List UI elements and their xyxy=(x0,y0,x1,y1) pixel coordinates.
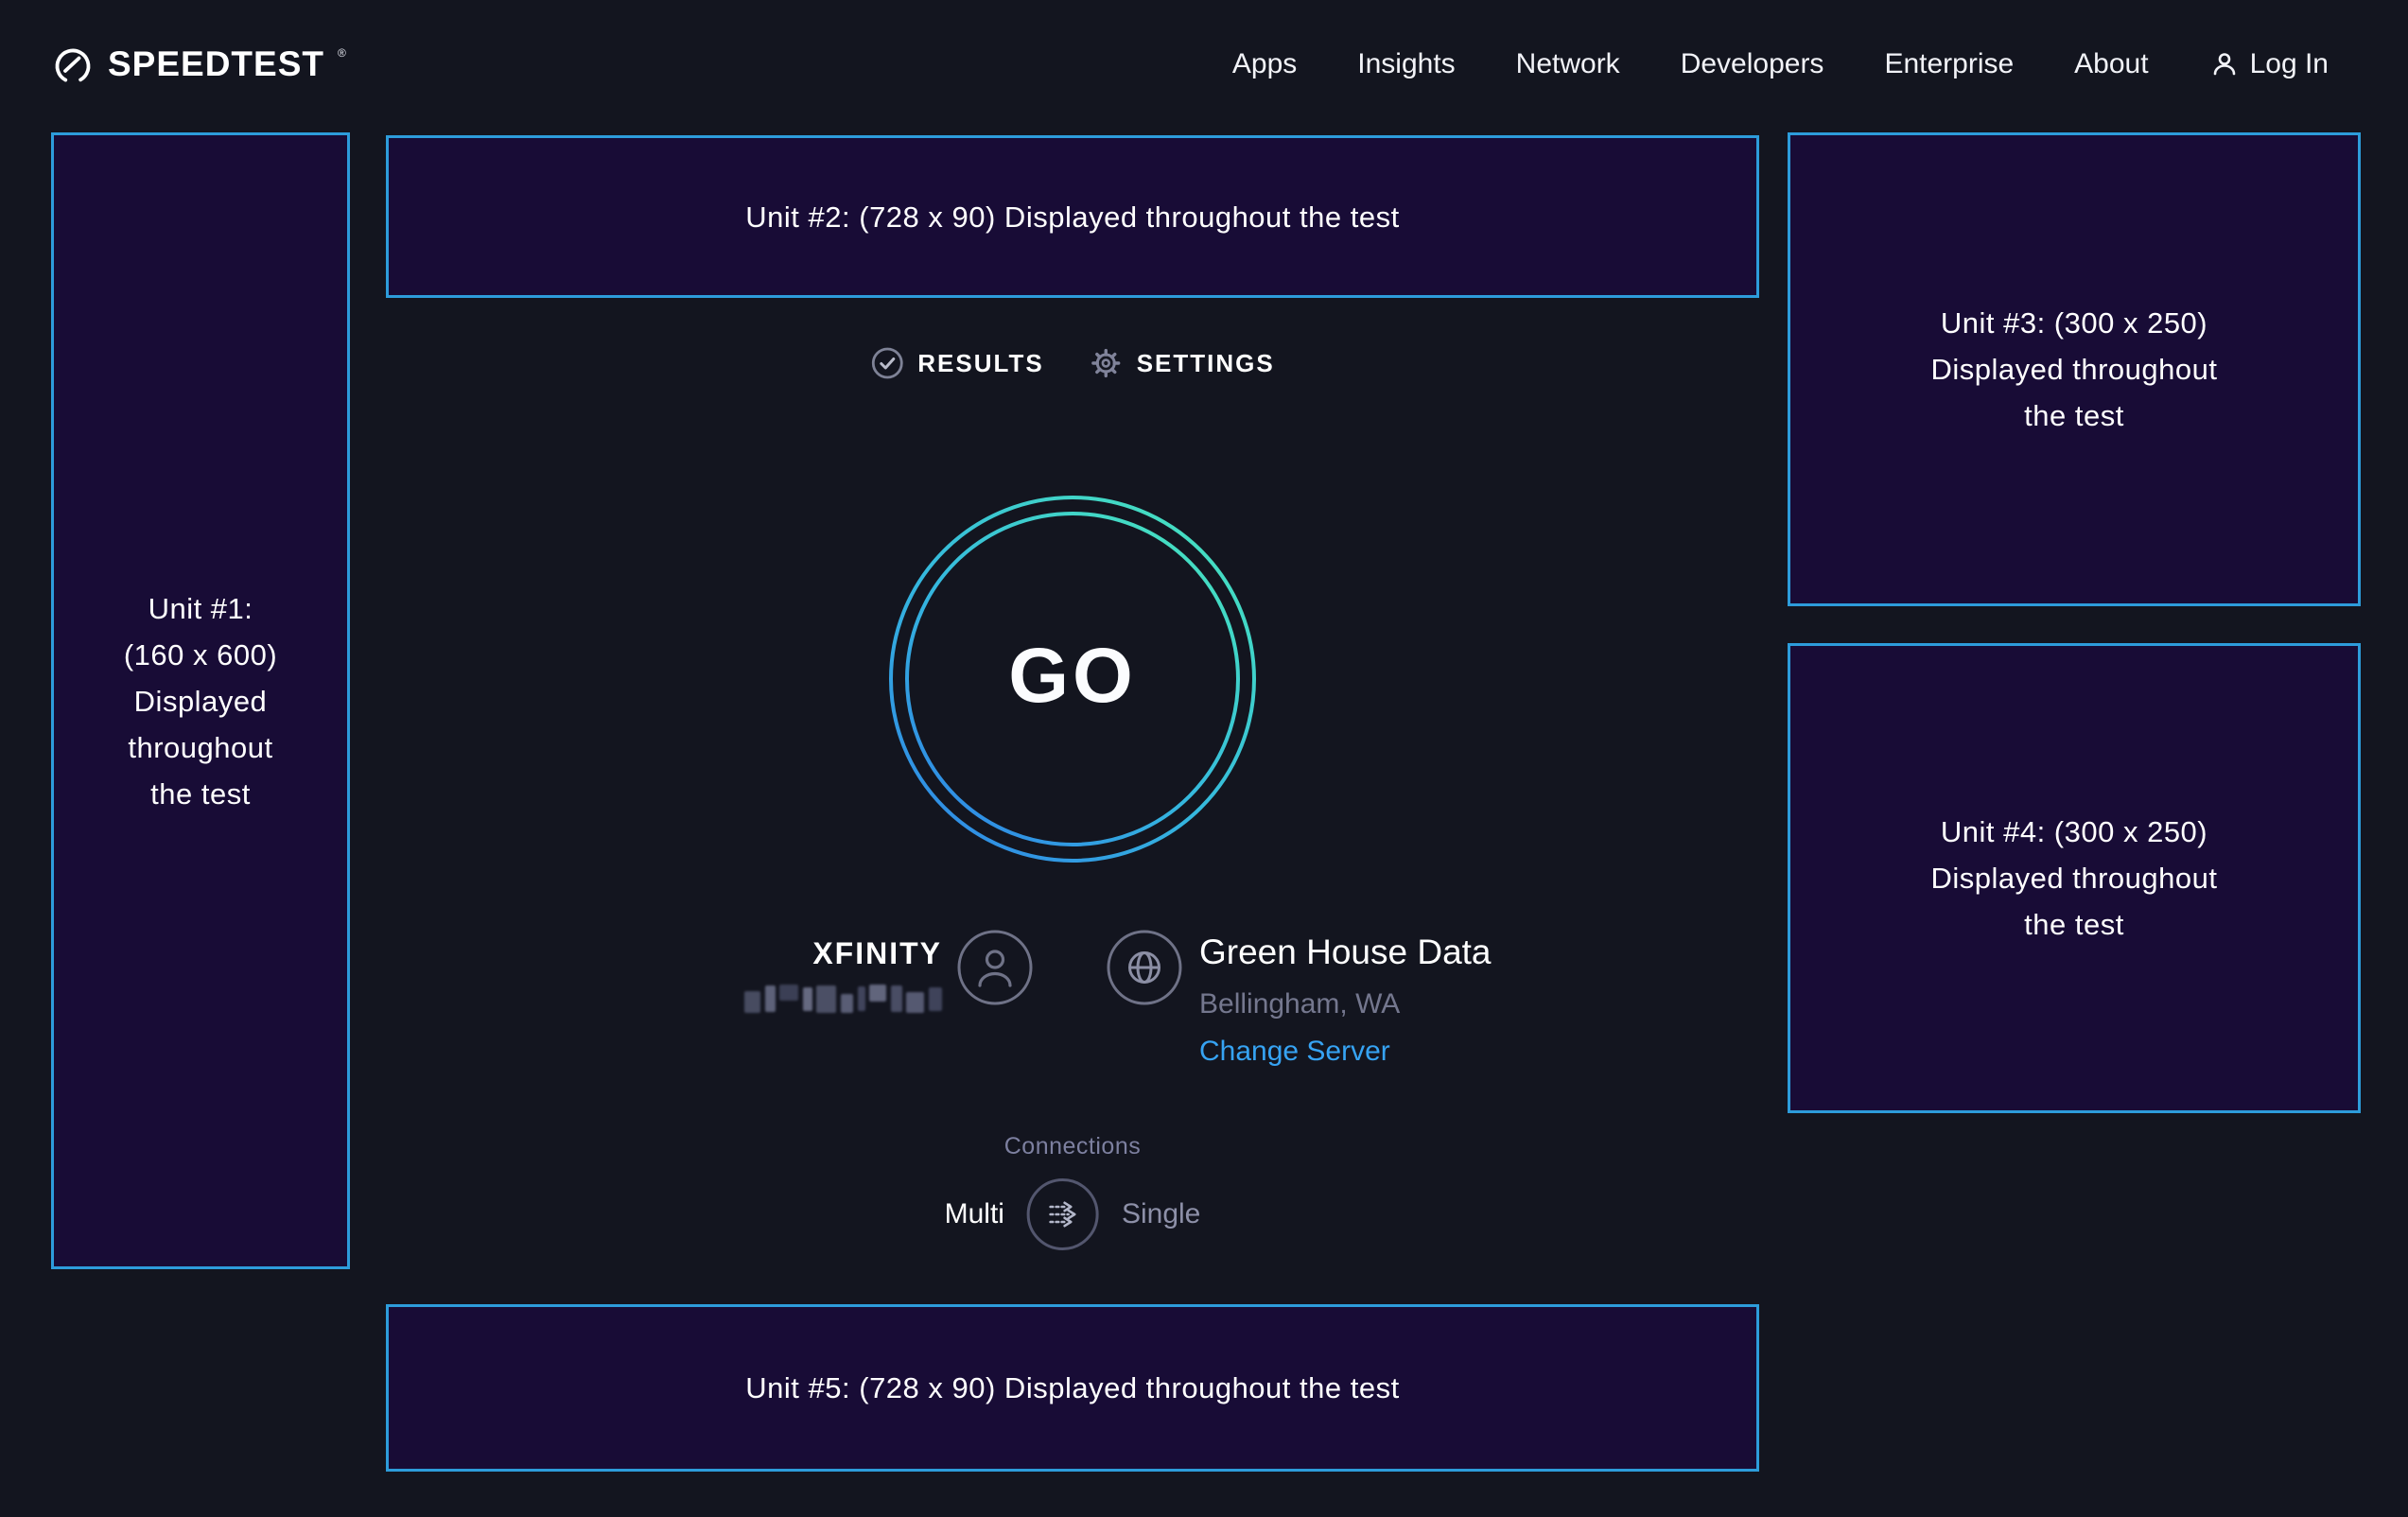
ad-unit-3: Unit #3: (300 x 250) Displayed throughou… xyxy=(1788,132,2361,606)
brand-logo[interactable]: SPEEDTEST ® xyxy=(51,44,346,88)
tab-results[interactable]: RESULTS xyxy=(870,346,1043,380)
globe-icon xyxy=(1106,929,1183,1006)
check-circle-icon xyxy=(870,346,904,380)
isp-info: XFINITY xyxy=(744,936,942,1013)
censored-ip xyxy=(744,985,942,1013)
brand-name: SPEEDTEST xyxy=(108,44,324,85)
go-button[interactable]: GO xyxy=(883,490,1262,868)
connections-section: Connections Multi Single xyxy=(945,1133,1201,1250)
nav-apps[interactable]: Apps xyxy=(1232,45,1297,83)
change-server-link[interactable]: Change Server xyxy=(1199,1036,1390,1068)
ad-unit-1-text: Unit #1: (160 x 600) Displayed throughou… xyxy=(124,585,277,817)
ad-unit-1: Unit #1: (160 x 600) Displayed throughou… xyxy=(51,132,350,1269)
login-link[interactable]: Log In xyxy=(2209,45,2329,83)
server-info: Green House Data Bellingham, WA Change S… xyxy=(1199,933,1492,1068)
nav-about[interactable]: About xyxy=(2074,45,2148,83)
connections-label: Connections xyxy=(945,1133,1201,1160)
ad-unit-2: Unit #2: (728 x 90) Displayed throughout… xyxy=(386,135,1759,298)
connections-row: Multi Single xyxy=(945,1178,1201,1250)
login-label: Log In xyxy=(2250,45,2329,83)
tab-settings[interactable]: SETTINGS xyxy=(1090,346,1275,380)
ad-unit-4: Unit #4: (300 x 250) Displayed throughou… xyxy=(1788,643,2361,1113)
nav-insights[interactable]: Insights xyxy=(1357,45,1455,83)
go-button-label: GO xyxy=(1008,632,1137,721)
isp-name: XFINITY xyxy=(744,936,942,971)
trademark-symbol: ® xyxy=(338,47,346,59)
ad-unit-3-text: Unit #3: (300 x 250) Displayed throughou… xyxy=(1931,300,2218,439)
main-nav: Apps Insights Network Developers Enterpr… xyxy=(1232,45,2329,83)
nav-developers[interactable]: Developers xyxy=(1681,45,1824,83)
multi-stream-arrows-icon xyxy=(1041,1193,1085,1236)
ad-unit-4-text: Unit #4: (300 x 250) Displayed throughou… xyxy=(1931,809,2218,948)
speedometer-icon xyxy=(51,44,95,88)
ad-unit-2-text: Unit #2: (728 x 90) Displayed throughout… xyxy=(745,194,1399,240)
view-tabs: RESULTS SETTINGS xyxy=(870,346,1274,380)
server-name: Green House Data xyxy=(1199,933,1492,972)
nav-network[interactable]: Network xyxy=(1516,45,1620,83)
user-circle-icon xyxy=(956,929,1034,1006)
user-icon xyxy=(2209,49,2240,79)
ad-unit-5-text: Unit #5: (728 x 90) Displayed throughout… xyxy=(745,1365,1399,1411)
gear-icon xyxy=(1090,346,1124,380)
connection-multi-label[interactable]: Multi xyxy=(945,1198,1004,1230)
tab-settings-label: SETTINGS xyxy=(1137,349,1275,378)
connection-mode-toggle[interactable] xyxy=(1027,1178,1099,1250)
server-location: Bellingham, WA xyxy=(1199,988,1492,1020)
nav-enterprise[interactable]: Enterprise xyxy=(1884,45,2014,83)
ad-unit-5: Unit #5: (728 x 90) Displayed throughout… xyxy=(386,1304,1759,1472)
tab-results-label: RESULTS xyxy=(917,349,1043,378)
speedtest-page: SPEEDTEST ® Apps Insights Network Develo… xyxy=(0,0,2408,1517)
connection-single-label[interactable]: Single xyxy=(1122,1198,1200,1230)
